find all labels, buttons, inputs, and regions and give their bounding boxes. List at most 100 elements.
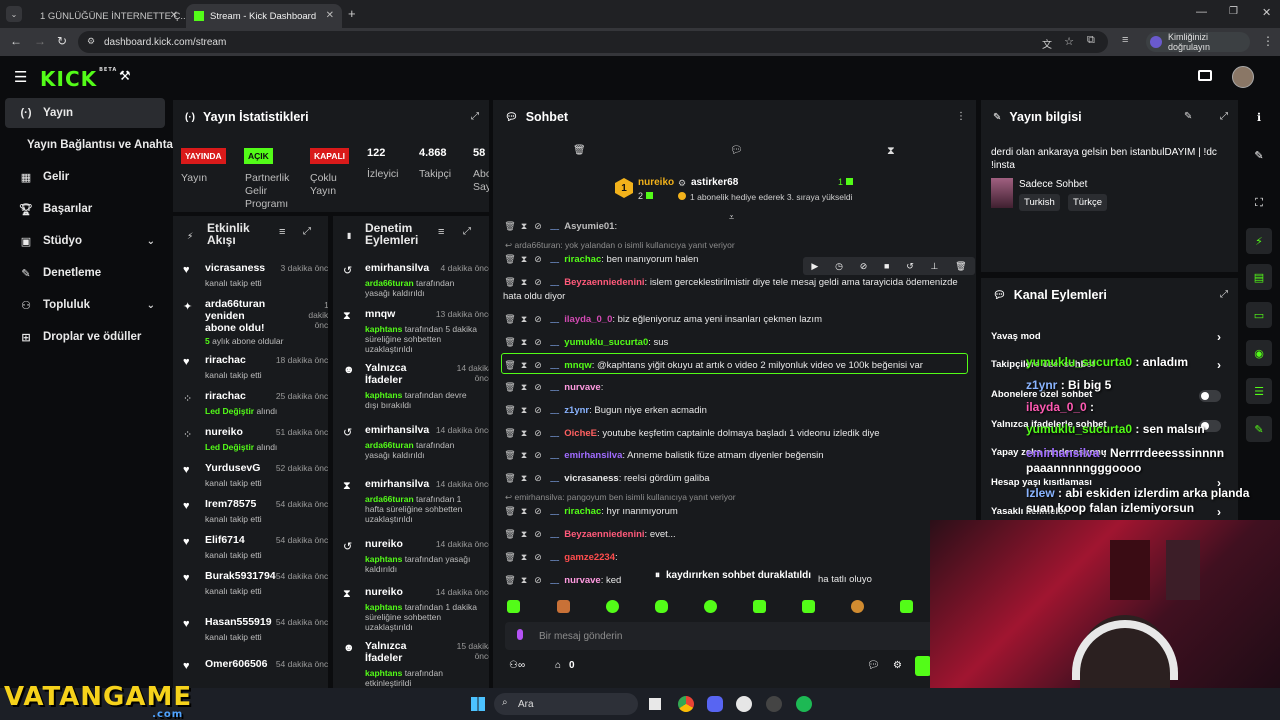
wrench-icon[interactable]: ✎ <box>1246 416 1272 442</box>
chat-username[interactable]: rirachac <box>564 506 601 517</box>
activity-user[interactable]: nureiko <box>205 426 243 438</box>
moderation-target[interactable]: nureiko <box>365 586 403 598</box>
ban-icon[interactable]: ⊘ <box>531 220 545 232</box>
trash-icon[interactable]: 🗑︎ <box>503 528 517 540</box>
chat-username[interactable]: Asyumie01 <box>564 221 614 232</box>
user-avatar[interactable] <box>1232 66 1254 88</box>
chat-message[interactable]: 🗑︎ ⧗ ⊘ ﹏ gamze2234: <box>503 551 963 564</box>
trash-icon[interactable]: 🗑︎ <box>503 551 517 563</box>
trash-icon[interactable]: 🗑︎ <box>503 574 517 586</box>
spotify-icon[interactable] <box>796 696 812 712</box>
ban-icon[interactable]: ⊘ <box>531 313 545 325</box>
filter-icon[interactable]: ≡ <box>438 226 444 238</box>
document-icon[interactable]: ▤ <box>1246 264 1272 290</box>
ban-icon[interactable]: ⊘ <box>531 574 545 586</box>
chat-input[interactable]: Bir mesaj gönderin <box>505 622 945 650</box>
ban-icon[interactable]: ⊘ <box>531 472 545 484</box>
tag-chip[interactable]: Turkish <box>1019 194 1060 211</box>
activity-user[interactable]: Hasan555919 <box>205 616 272 628</box>
emote-icon[interactable] <box>507 600 520 613</box>
chat-bubble-icon[interactable]: ▭ <box>1246 302 1272 328</box>
emote-icon[interactable] <box>704 600 717 613</box>
bookmark-star-icon[interactable]: ☆ <box>1064 35 1074 48</box>
chat-username[interactable]: emirhansilva <box>564 450 622 461</box>
activity-user[interactable]: Omer606506 <box>205 658 267 670</box>
trash-icon[interactable]: 🗑︎ <box>503 253 517 265</box>
leaderboard-user[interactable]: nureiko <box>638 177 674 188</box>
ban-icon[interactable]: ⊘ <box>531 275 545 289</box>
activity-user[interactable]: rirachac <box>205 390 246 402</box>
emote-icon[interactable] <box>753 600 766 613</box>
hourglass-icon[interactable]: ⧗ <box>887 145 895 158</box>
discord-icon[interactable] <box>707 696 723 712</box>
hourglass-icon[interactable]: ⧗ <box>517 275 531 289</box>
chat-bubble-icon[interactable]: 💬︎ <box>867 660 880 671</box>
chevron-right-icon[interactable]: › <box>1217 330 1221 344</box>
chat-message[interactable]: 🗑︎ ⧗ ⊘ ﹏ OicheE: youtube keşfetim captainl… <box>503 427 963 440</box>
sidebar-item-studyo[interactable]: ▣ Stüdyo ⌄ <box>5 226 165 256</box>
back-icon[interactable]: ← <box>10 34 22 48</box>
trash-icon[interactable]: 🗑︎ <box>503 220 517 232</box>
emote-icon[interactable] <box>851 600 864 613</box>
moderation-target[interactable]: nureiko <box>365 538 403 550</box>
chat-username[interactable]: yumuklu_sucurta0 <box>564 337 648 348</box>
hourglass-icon[interactable]: ⧗ <box>517 472 531 484</box>
new-tab-icon[interactable]: + <box>348 6 356 21</box>
info-icon[interactable]: ℹ <box>1246 104 1272 130</box>
wrench-icon[interactable]: ⚒ <box>119 68 131 84</box>
activity-user[interactable]: vicrasaness <box>205 262 265 274</box>
chat-username[interactable]: rirachac <box>564 254 601 265</box>
activity-user[interactable]: arda66turan yeniden abone oldu! <box>205 298 277 334</box>
popout-icon[interactable]: ⤢ <box>1220 289 1228 300</box>
sidebar-item-gelir[interactable]: ▦ Gelir <box>5 162 165 192</box>
ban-icon[interactable]: ⊘ <box>531 528 545 540</box>
hourglass-icon[interactable]: ⧗ <box>517 336 531 348</box>
chat-username[interactable]: nurvave <box>564 382 600 393</box>
gear-icon[interactable]: ⚙ <box>893 660 902 671</box>
trash-icon[interactable]: 🗑︎ <box>503 275 517 289</box>
more-options-icon[interactable]: ⋮ <box>956 111 966 122</box>
chat-message[interactable]: 🗑︎ ⧗ ⊘ ﹏ Asyumie01: <box>503 220 963 233</box>
popout-icon[interactable]: ⤢ <box>463 226 471 237</box>
emote-icon[interactable] <box>802 600 815 613</box>
hourglass-icon[interactable]: ⧗ <box>517 220 531 232</box>
sidebar-item-yayin[interactable]: (·) Yayın <box>5 98 165 128</box>
trash-icon[interactable]: 🗑︎ <box>503 427 517 439</box>
chat-username[interactable]: gamze2234 <box>564 552 615 563</box>
broadcast-icon[interactable]: ◉ <box>1246 340 1272 366</box>
building-icon[interactable]: ⌂ <box>555 660 561 671</box>
moderation-target[interactable]: emirhansilva <box>365 262 429 274</box>
edit-icon[interactable]: ✎ <box>1184 111 1192 122</box>
moderation-target[interactable]: mnqw <box>365 308 395 320</box>
hourglass-icon[interactable]: ⧗ <box>517 427 531 439</box>
emote-icon[interactable] <box>557 600 570 613</box>
channel-action-row[interactable]: Yavaş mod › <box>991 330 1231 348</box>
sidebar-item-droplar[interactable]: ⊞ Droplar ve ödüller <box>5 322 165 352</box>
trash-icon[interactable]: 🗑︎ <box>503 381 517 393</box>
chat-message[interactable]: 🗑︎ ⧗ ⊘ ﹏ z1ynr: Bugun niye erken acmadin <box>503 404 963 417</box>
toggle-switch[interactable] <box>1199 390 1221 402</box>
hourglass-icon[interactable]: ⧗ <box>517 505 531 517</box>
bolt-icon[interactable]: ⚡ <box>1246 228 1272 254</box>
chat-username[interactable]: Beyzaenniedenini <box>564 277 644 288</box>
hourglass-icon[interactable]: ⧗ <box>517 528 531 540</box>
close-icon[interactable]: ✕ <box>170 10 178 21</box>
trash-icon[interactable]: 🗑︎ <box>573 145 586 156</box>
category-thumbnail[interactable] <box>991 178 1013 208</box>
emote-icon[interactable] <box>655 600 668 613</box>
minimize-icon[interactable]: — <box>1196 6 1207 18</box>
chrome-icon[interactable] <box>678 696 694 712</box>
focus-icon[interactable]: ⛶ <box>1246 190 1272 216</box>
chat-message[interactable]: 🗑︎ ⧗ ⊘ ﹏ rirachac: hyr ınanmıyorum <box>503 505 963 518</box>
taskbar-search[interactable]: ⌕ Ara <box>494 693 638 715</box>
moderation-target[interactable]: emirhansilva <box>365 478 429 490</box>
chat-bubble-icon[interactable]: 💬︎ <box>730 145 743 156</box>
window-close-icon[interactable]: ✕ <box>1262 6 1271 19</box>
category-name[interactable]: Sadece Sohbet <box>1019 179 1087 190</box>
sidebar-item-denetleme[interactable]: ✎ Denetleme <box>5 258 165 288</box>
forward-icon[interactable]: → <box>34 34 46 48</box>
ban-icon[interactable]: ⊘ <box>531 505 545 517</box>
chat-message[interactable]: 🗑︎ ⧗ ⊘ ﹏ Beyzaenniedenini: islem gercekles… <box>503 275 963 304</box>
hourglass-icon[interactable]: ⧗ <box>517 381 531 393</box>
hamburger-menu-icon[interactable]: ☰ <box>14 68 27 86</box>
